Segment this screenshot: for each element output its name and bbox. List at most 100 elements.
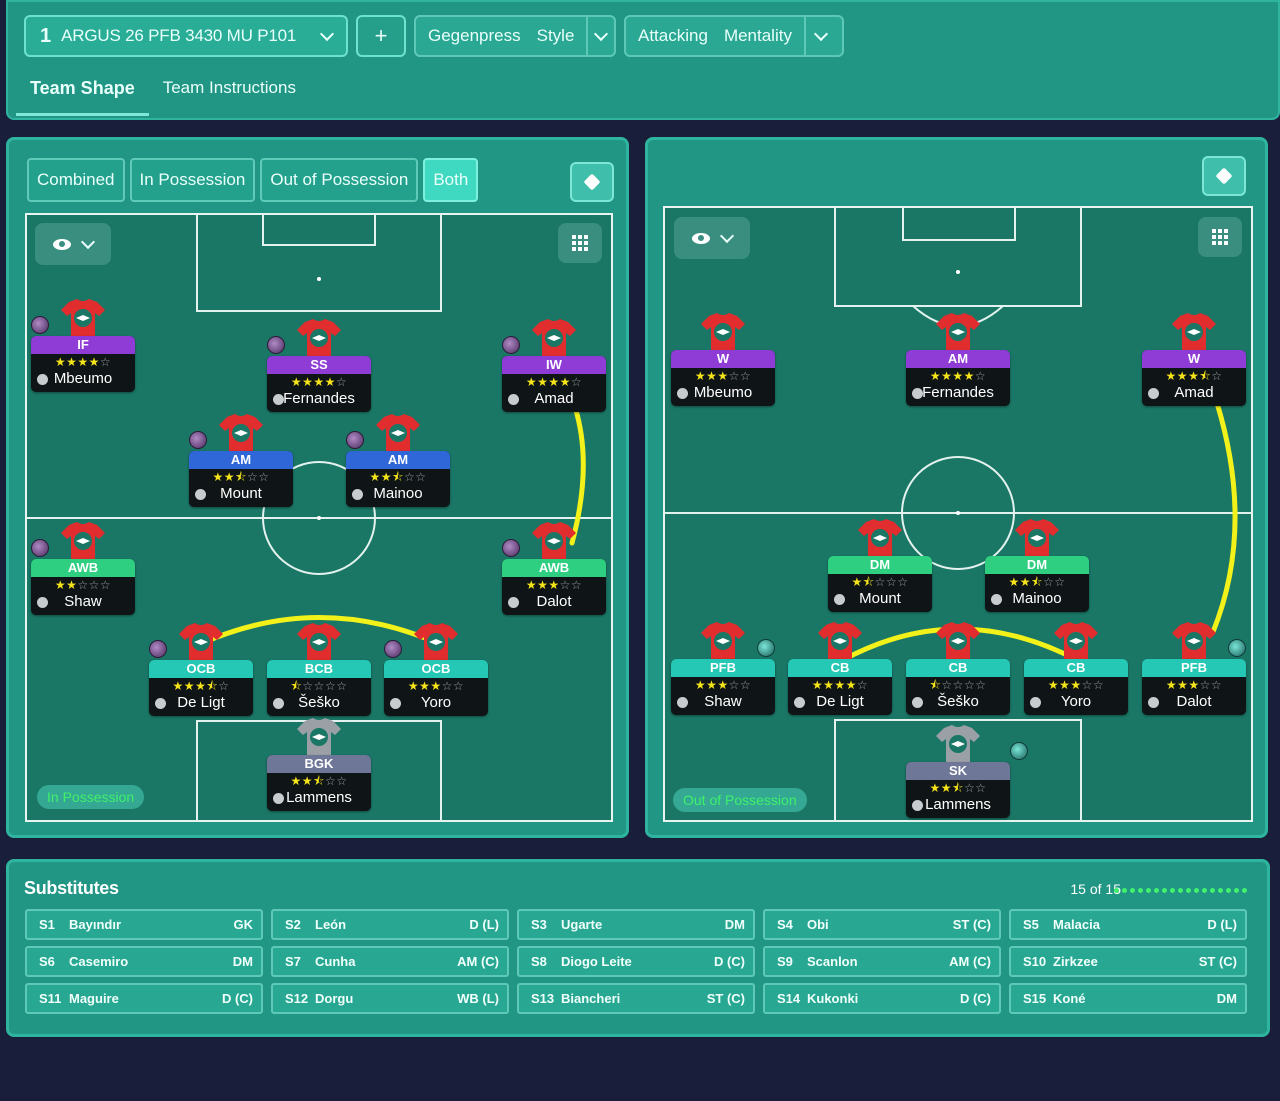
player-card-lammens[interactable]: SK ★★⯪☆☆ Lammens bbox=[906, 724, 1028, 824]
substitute-row[interactable]: S3 Ugarte DM bbox=[517, 909, 755, 940]
role-stars: ★★☆☆☆ bbox=[54, 578, 112, 592]
player-card-amad[interactable]: IW ★★★★☆ Amad bbox=[502, 318, 606, 418]
substitute-row[interactable]: S4 Obi ST (C) bbox=[763, 909, 1001, 940]
sub-slot: S2 bbox=[285, 917, 301, 932]
trait-badge-icon bbox=[502, 539, 520, 557]
sub-position: D (C) bbox=[221, 991, 253, 1006]
player-card-yoro[interactable]: OCB ★★★☆☆ Yoro bbox=[384, 622, 488, 722]
diamond-button[interactable] bbox=[1202, 156, 1246, 196]
substitute-row[interactable]: S7 Cunha AM (C) bbox=[271, 946, 509, 977]
diamond-button[interactable] bbox=[570, 162, 614, 202]
substitute-row[interactable]: S1 Bayındır GK bbox=[25, 909, 263, 940]
trait-badge-icon bbox=[31, 539, 49, 557]
role-label: CB bbox=[1024, 659, 1128, 677]
player-card-lammens[interactable]: BGK ★★⯪☆☆ Lammens bbox=[267, 717, 371, 817]
substitute-row[interactable]: S11 Maguire D (C) bbox=[25, 983, 263, 1014]
substitutes-title: Substitutes bbox=[24, 878, 119, 898]
player-card-mbeumo[interactable]: W ★★★☆☆ Mbeumo bbox=[671, 312, 775, 412]
sub-position: ST (C) bbox=[1198, 954, 1237, 969]
trait-badge-icon bbox=[757, 639, 775, 657]
sub-position: ST (C) bbox=[706, 991, 745, 1006]
player-card-fernandes[interactable]: AM ★★★★☆ Fernandes bbox=[906, 312, 1010, 412]
sub-name: Casemiro bbox=[69, 954, 129, 969]
tab-team-instructions[interactable]: Team Instructions bbox=[149, 68, 310, 116]
sub-position: D (C) bbox=[713, 954, 745, 969]
role-label: W bbox=[1142, 350, 1246, 368]
mode-combined[interactable]: Combined bbox=[27, 158, 125, 202]
grid-toggle[interactable] bbox=[558, 223, 602, 263]
mentality-dropdown[interactable]: Attacking Mentality bbox=[624, 15, 844, 57]
role-stars: ★★⯪☆☆ bbox=[1008, 575, 1066, 589]
substitute-row[interactable]: S9 Scanlon AM (C) bbox=[763, 946, 1001, 977]
player-card-de-ligt[interactable]: CB ★★★★☆ De Ligt bbox=[788, 621, 892, 721]
player-card-shaw[interactable]: PFB ★★★☆☆ Shaw bbox=[671, 621, 775, 721]
mode-both[interactable]: Both bbox=[423, 158, 479, 202]
mode-in-possession[interactable]: In Possession bbox=[129, 158, 256, 202]
role-stars: ★★★★☆ bbox=[290, 375, 348, 389]
substitute-row[interactable]: S15 Koné DM bbox=[1009, 983, 1247, 1014]
substitute-row[interactable]: S14 Kukonki D (C) bbox=[763, 983, 1001, 1014]
shirt-icon bbox=[179, 622, 223, 662]
substitute-row[interactable]: S10 Zirkzee ST (C) bbox=[1009, 946, 1247, 977]
style-dropdown-arrow[interactable] bbox=[586, 17, 614, 55]
player-card-mbeumo[interactable]: IF ★★★★☆ Mbeumo bbox=[31, 298, 135, 398]
player-card-mount[interactable]: AM ★★⯪☆☆ Mount bbox=[189, 413, 293, 513]
visibility-toggle[interactable] bbox=[674, 217, 750, 259]
player-name: Shaw bbox=[704, 693, 742, 710]
sub-name: Maguire bbox=[69, 991, 119, 1006]
substitute-row[interactable]: S5 Malacia D (L) bbox=[1009, 909, 1247, 940]
sub-slot: S3 bbox=[531, 917, 547, 932]
chevron-down-icon bbox=[319, 26, 335, 41]
sub-slot: S14 bbox=[777, 991, 801, 1006]
mentality-dropdown-arrow[interactable] bbox=[803, 17, 836, 55]
sub-slot: S8 bbox=[531, 954, 547, 969]
shirt-icon bbox=[414, 622, 458, 662]
role-stars: ★★★☆☆ bbox=[694, 678, 752, 692]
player-card-de-ligt[interactable]: OCB ★★★⯪☆ De Ligt bbox=[149, 622, 253, 722]
person-icon bbox=[273, 793, 284, 804]
substitute-row[interactable]: S2 León D (L) bbox=[271, 909, 509, 940]
person-icon bbox=[1030, 697, 1041, 708]
tactic-header: 1 ARGUS 26 PFB 3430 MU P101 + Gegenpress… bbox=[6, 0, 1280, 120]
role-label: AWB bbox=[31, 559, 135, 577]
player-card-sesko[interactable]: CB ⯪☆☆☆☆ Šeško bbox=[906, 621, 1010, 721]
trait-badge-icon bbox=[1228, 639, 1246, 657]
player-name: Fernandes bbox=[283, 390, 355, 407]
role-stars: ★★⯪☆☆ bbox=[290, 774, 348, 788]
player-name: Yoro bbox=[420, 694, 452, 711]
player-card-sesko[interactable]: BCB ⯪☆☆☆☆ Šeško bbox=[267, 622, 371, 722]
person-icon bbox=[273, 394, 284, 405]
mode-out-of-possession[interactable]: Out of Possession bbox=[260, 158, 419, 202]
role-stars: ★★⯪☆☆ bbox=[212, 470, 270, 484]
player-card-mainoo[interactable]: AM ★★⯪☆☆ Mainoo bbox=[346, 413, 450, 513]
shirt-icon bbox=[936, 724, 980, 764]
style-label: Style bbox=[536, 26, 575, 45]
tactic-selector[interactable]: 1 ARGUS 26 PFB 3430 MU P101 bbox=[24, 15, 348, 57]
grid-toggle[interactable] bbox=[1198, 217, 1242, 257]
sub-position: AM (C) bbox=[457, 954, 499, 969]
substitute-row[interactable]: S12 Dorgu WB (L) bbox=[271, 983, 509, 1014]
visibility-toggle[interactable] bbox=[35, 223, 111, 265]
player-card-mainoo[interactable]: DM ★★⯪☆☆ Mainoo bbox=[985, 518, 1089, 618]
sub-slot: S12 bbox=[285, 991, 309, 1006]
chevron-down-icon bbox=[813, 26, 829, 41]
player-card-amad[interactable]: W ★★★⯪☆ Amad bbox=[1142, 312, 1246, 412]
sub-slot: S6 bbox=[39, 954, 55, 969]
person-icon bbox=[195, 489, 206, 500]
player-card-shaw[interactable]: AWB ★★☆☆☆ Shaw bbox=[31, 521, 135, 621]
player-card-dalot[interactable]: AWB ★★★☆☆ Dalot bbox=[502, 521, 606, 621]
diamond-icon bbox=[583, 173, 601, 191]
role-stars: ★★★☆☆ bbox=[1165, 678, 1223, 692]
substitute-row[interactable]: S8 Diogo Leite D (C) bbox=[517, 946, 755, 977]
player-card-mount[interactable]: DM ★⯪☆☆☆ Mount bbox=[828, 518, 932, 618]
substitute-row[interactable]: S6 Casemiro DM bbox=[25, 946, 263, 977]
person-icon bbox=[508, 394, 519, 405]
player-card-dalot[interactable]: PFB ★★★☆☆ Dalot bbox=[1142, 621, 1246, 721]
style-dropdown[interactable]: Gegenpress Style bbox=[414, 15, 616, 57]
tab-team-shape[interactable]: Team Shape bbox=[16, 68, 149, 116]
player-card-yoro[interactable]: CB ★★★☆☆ Yoro bbox=[1024, 621, 1128, 721]
substitute-row[interactable]: S13 Biancheri ST (C) bbox=[517, 983, 755, 1014]
player-card-fernandes[interactable]: SS ★★★★☆ Fernandes bbox=[267, 318, 371, 418]
add-tactic-button[interactable]: + bbox=[356, 15, 406, 57]
sub-name: Malacia bbox=[1053, 917, 1100, 932]
